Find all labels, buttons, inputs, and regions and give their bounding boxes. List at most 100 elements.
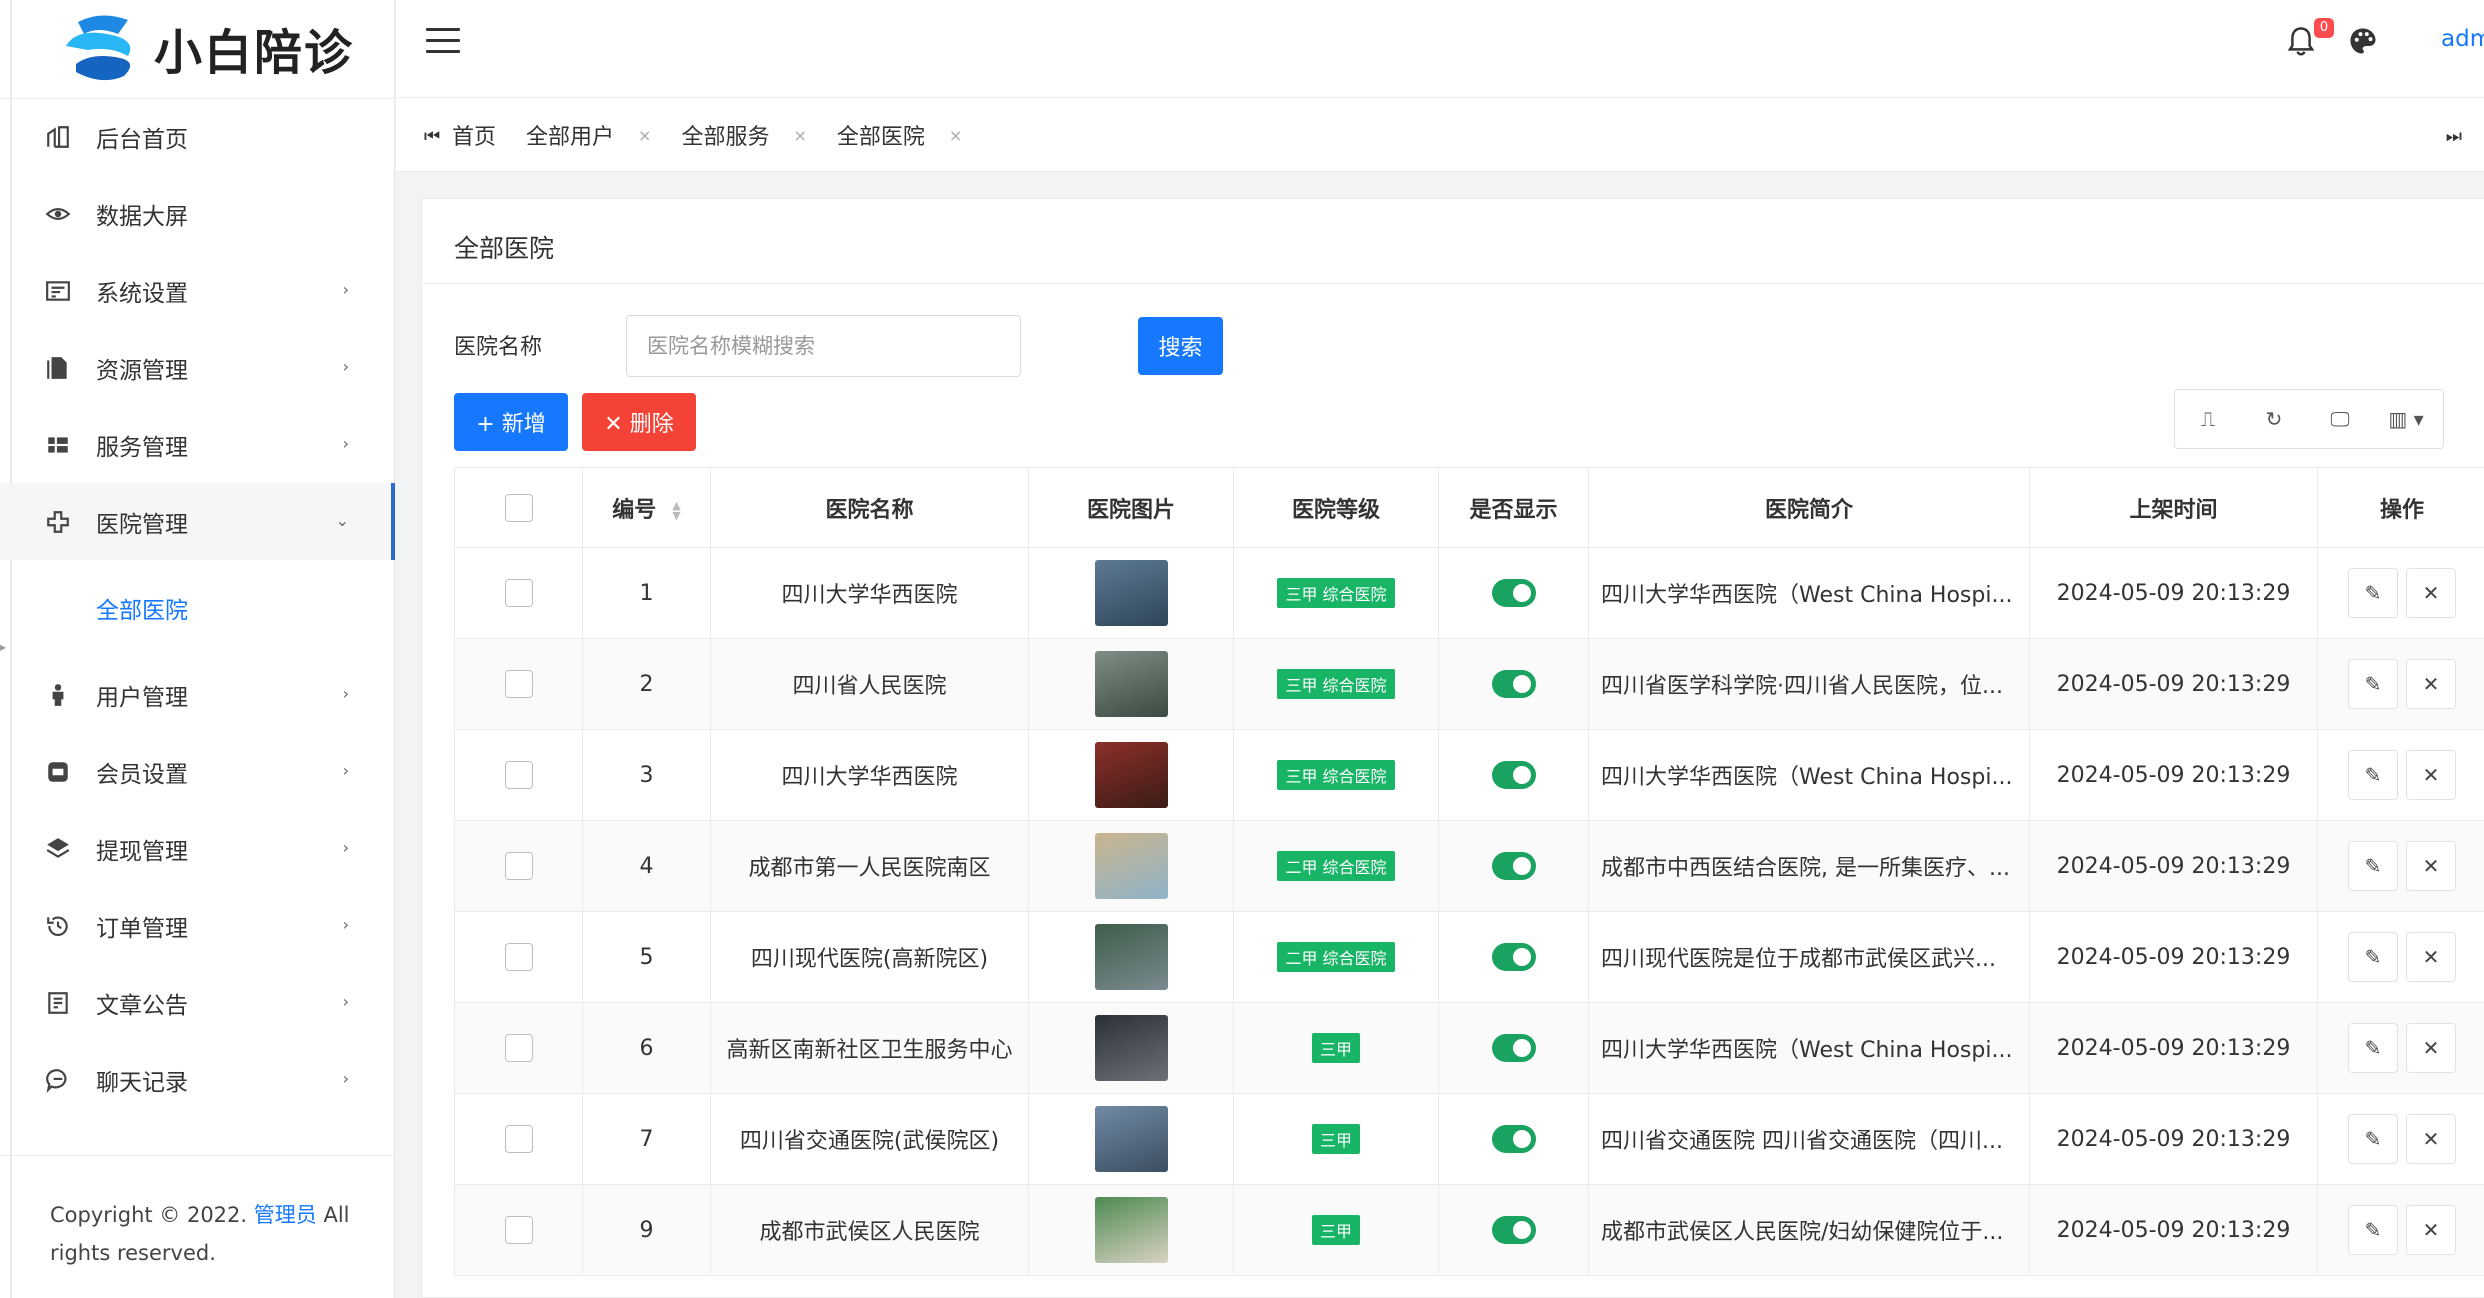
close-icon[interactable]: ✕ [2406,659,2456,709]
row-checkbox[interactable] [504,670,533,698]
sidebar-item-11[interactable]: 聊天记录 › [0,1041,395,1118]
tab-2[interactable]: 全部服务 × [681,119,806,151]
visibility-toggle[interactable] [1491,1034,1536,1062]
sidebar-item-6[interactable]: 用户管理 › [0,656,395,733]
row-checkbox[interactable] [504,852,533,880]
sidebar-item-0[interactable]: 后台首页 [0,98,395,175]
refresh-icon[interactable]: ↻ [2241,390,2307,448]
menu-toggle-icon[interactable] [426,28,460,58]
row-checkbox[interactable] [504,1216,533,1244]
edit-icon[interactable]: ✎ [2348,1023,2398,1073]
visibility-toggle[interactable] [1491,761,1536,789]
hospital-thumbnail[interactable] [1094,1015,1168,1081]
search-button[interactable]: 搜索 [1138,317,1223,375]
close-icon[interactable]: ✕ [2406,841,2456,891]
edit-icon[interactable]: ✎ [2348,1114,2398,1164]
delete-button[interactable]: ✕ 删除 [582,393,696,451]
close-icon[interactable]: ✕ [2406,1114,2456,1164]
row-checkbox[interactable] [504,761,533,789]
palette-icon[interactable] [2348,26,2378,56]
table-cell: 2 [582,638,711,730]
column-header-1[interactable]: 编号 ▲ ▼ [582,467,711,548]
table-row: 2 四川省人民医院 三甲 综合医院 四川省医学科学院·四川省人民医院，位... 2024… [454,638,2484,730]
sidebar-subitem-all-hospitals[interactable]: 全部医院 [0,560,395,656]
columns-dropdown-icon[interactable]: ▥ ▾ [2373,390,2439,448]
visibility-toggle[interactable] [1491,943,1536,971]
close-icon[interactable]: ✕ [2406,1023,2456,1073]
print-icon[interactable]: ⎍ [2175,390,2241,448]
copyright-admin-link[interactable]: 管理员 [254,1203,317,1227]
hospital-thumbnail[interactable] [1094,560,1168,626]
logo[interactable]: 小白陪诊 [58,8,354,88]
table-cell: 2024-05-09 20:13:29 [2029,729,2318,821]
row-checkbox[interactable] [504,1125,533,1153]
edit-icon[interactable]: ✎ [2348,659,2398,709]
close-icon[interactable]: ✕ [2406,1205,2456,1255]
close-icon[interactable]: ✕ [2406,932,2456,982]
tabs-scroll-left-icon[interactable]: ⏮ [424,126,440,147]
hospital-name-search-input[interactable] [626,315,1021,377]
sidebar-item-7[interactable]: 会员设置 › [0,733,395,810]
listing-time: 2024-05-09 20:13:29 [2056,944,2291,970]
hospital-thumbnail[interactable] [1094,742,1168,808]
tab-0[interactable]: 首页 [452,119,496,151]
sidebar-item-2[interactable]: 系统设置 › [0,252,395,329]
visibility-toggle[interactable] [1491,670,1536,698]
visibility-toggle[interactable] [1491,852,1536,880]
table-cell: 9 [582,1184,711,1276]
sidebar-item-8[interactable]: 提现管理 › [0,810,395,887]
fullscreen-icon[interactable]: 🖵 [2307,390,2373,448]
hospital-thumbnail[interactable] [1094,651,1168,717]
edit-icon[interactable]: ✎ [2348,568,2398,618]
hospital-thumbnail[interactable] [1094,1197,1168,1263]
edit-icon[interactable]: ✎ [2348,1205,2398,1255]
table-cell [454,820,583,912]
content-card: 全部医院 医院名称 搜索 + 新增 ✕ 删除 ⎍ ↻ 🖵 ▥ ▾ 编号 ▲▼ 医院名… [421,198,2484,1298]
row-checkbox[interactable] [504,943,533,971]
table-cell [454,547,583,639]
hospital-thumbnail[interactable] [1094,1106,1168,1172]
sidebar-item-label: 用户管理 [96,684,188,711]
sidebar-item-4[interactable]: 服务管理 › [0,406,395,483]
sidebar-menu: 后台首页 数据大屏 系统设置 › 资源管理 › 服务管理 › 医院管理 ⌄ 全部医院 用户管理 › 会员设… [0,98,395,1118]
card-divider [422,283,2484,284]
tab-close-icon[interactable]: × [638,126,651,145]
tab-3[interactable]: 全部医院 × [837,119,962,151]
row-checkbox[interactable] [504,579,533,607]
edit-icon[interactable]: ✎ [2348,750,2398,800]
hospital-thumbnail[interactable] [1094,833,1168,899]
table-cell: 四川大学华西医院 [710,547,1029,639]
hospital-name: 四川省人民医院 [792,674,947,699]
sort-icon[interactable]: ▲ ▼ [672,500,680,521]
add-button[interactable]: + 新增 [454,393,568,451]
close-icon[interactable]: ✕ [2406,750,2456,800]
sidebar-item-10[interactable]: 文章公告 › [0,964,395,1041]
tab-1[interactable]: 全部用户 × [526,119,651,151]
sidebar-item-1[interactable]: 数据大屏 [0,175,395,252]
tab-close-icon[interactable]: × [949,126,962,145]
row-checkbox[interactable] [504,1034,533,1062]
select-all-checkbox[interactable] [504,493,533,522]
sidebar-item-9[interactable]: 订单管理 › [0,887,395,964]
table-cell: 2024-05-09 20:13:29 [2029,1093,2318,1185]
collapse-handle-icon[interactable]: ▸ [0,640,6,654]
visibility-toggle[interactable] [1491,1125,1536,1153]
bell-icon[interactable] [2286,26,2316,58]
table-cell: 三甲 [1233,1002,1439,1094]
visibility-toggle[interactable] [1491,1216,1536,1244]
column-header-0[interactable] [454,467,583,548]
table-cell: 四川大学华西医院（West China Hospi... [1588,729,2030,821]
visibility-toggle[interactable] [1491,579,1536,607]
close-icon[interactable]: ✕ [2406,568,2456,618]
table-cell: ✎ ✕ [2317,547,2484,639]
tabs-scroll-right-icon[interactable]: ⏭ [2446,126,2462,147]
edit-icon[interactable]: ✎ [2348,932,2398,982]
hospital-thumbnail[interactable] [1094,924,1168,990]
table-cell: 7 [582,1093,711,1185]
edit-icon[interactable]: ✎ [2348,841,2398,891]
tab-close-icon[interactable]: × [793,126,806,145]
table-cell [454,911,583,1003]
sidebar-item-3[interactable]: 资源管理 › [0,329,395,406]
user-menu[interactable]: adm [2441,26,2484,52]
sidebar-item-5[interactable]: 医院管理 ⌄ [0,483,395,560]
